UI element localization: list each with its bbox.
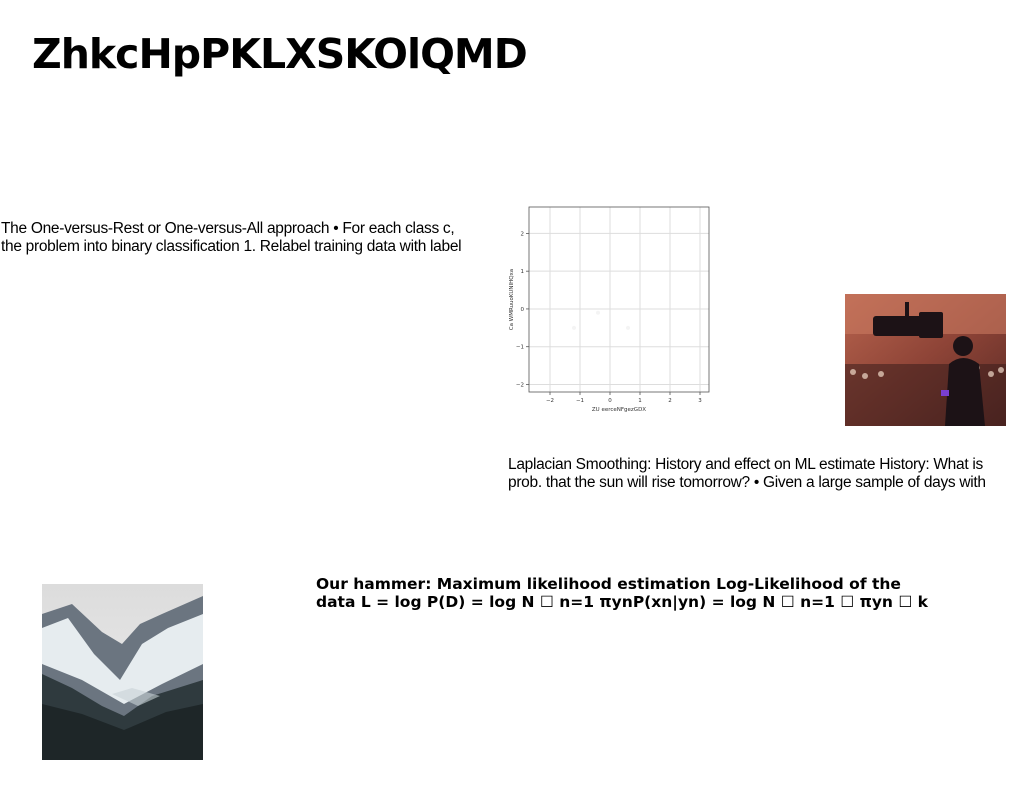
data-point-0-1 [596,310,600,315]
ovr-line-2: the problem into binary classification 1… [1,238,462,255]
camera-operator-photo [845,294,1006,426]
snowy-mountain-photo [42,584,203,760]
y-tick-label-0: −2 [516,382,524,388]
hammer-paragraph: Our hammer: Maximum likelihood estimatio… [316,575,928,611]
y-tick-label-3: 1 [521,269,525,275]
y-tick-label-4: 2 [521,231,525,237]
slide-title: ZhkcHpPKLXSKOlQMD [32,30,528,78]
x-axis-label: ZU eerceNFgezGDX [592,407,646,413]
y-tick-label-2: 0 [521,307,525,313]
y-tick-label-1: −1 [516,345,524,351]
x-tick-label-4: 2 [668,398,672,404]
plot-area [529,207,709,392]
y-axis-label: Ca WMRuuoKUNIHQxa [509,269,515,330]
x-tick-label-3: 1 [638,398,642,404]
x-tick-label-1: −1 [576,398,584,404]
laplace-line-1: Laplacian Smoothing: History and effect … [508,456,983,473]
x-tick-label-0: −2 [546,398,554,404]
laplace-paragraph: Laplacian Smoothing: History and effect … [508,456,986,492]
ovr-line-1: The One-versus-Rest or One-versus-All ap… [1,220,455,237]
data-point-0-2 [626,325,630,330]
hammer-line-2: data L = log P(D) = log N ☐ n=1 πynP(xn|… [316,593,928,611]
laplace-line-2: prob. that the sun will rise tomorrow? •… [508,474,986,491]
scatter-chart: −2 −1 0 1 2 3 −2 −1 0 1 2 ZU eerceNFgezGDX Ca WMRuuo… [509,206,710,413]
x-tick-label-5: 3 [698,398,702,404]
x-tick-label-2: 0 [608,398,612,404]
ovr-paragraph: The One-versus-Rest or One-versus-All ap… [1,220,462,256]
hammer-line-1: Our hammer: Maximum likelihood estimatio… [316,575,901,593]
data-point-0-0 [572,325,576,330]
